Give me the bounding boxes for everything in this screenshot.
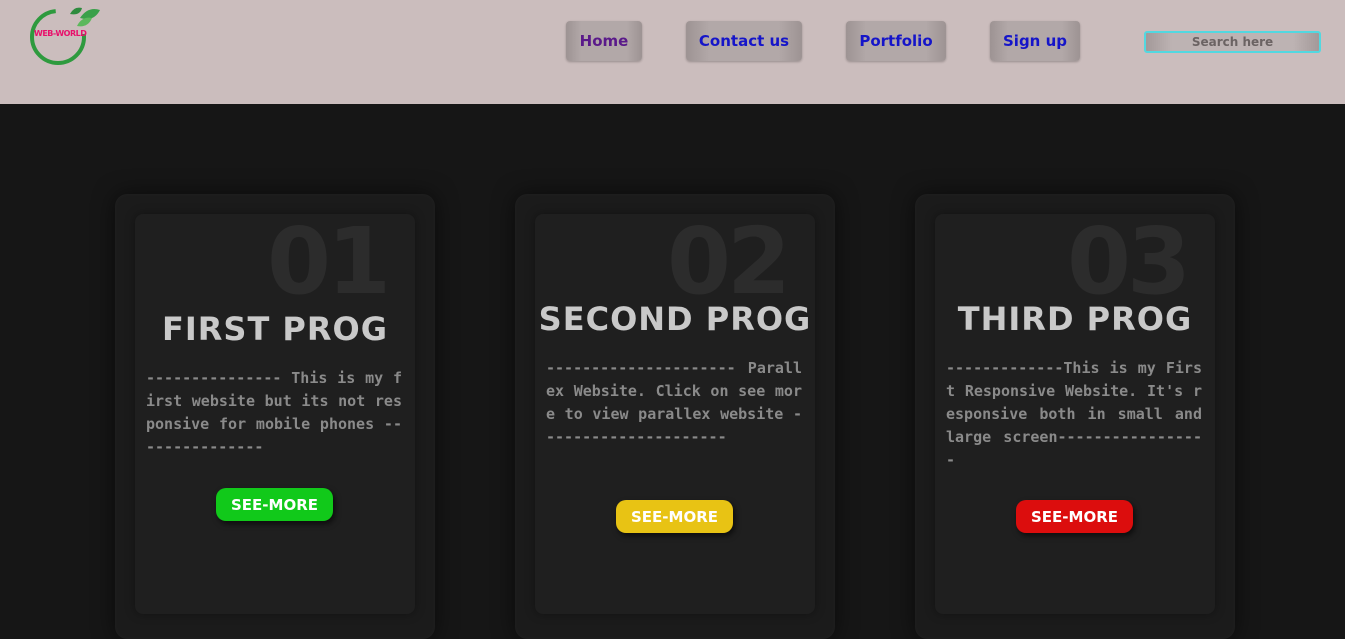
card-content: 02 SECOND PROG --------------------- Par…: [535, 214, 815, 614]
nav-home[interactable]: Home: [566, 21, 642, 61]
card-number: 01: [266, 208, 391, 315]
project-card-3: 03 THIRD PROG -------------This is my Fi…: [915, 194, 1235, 639]
card-title: FIRST PROG: [162, 310, 388, 348]
search-input[interactable]: [1144, 31, 1321, 53]
logo-text: WEB-WORLD: [34, 29, 87, 38]
nav-sign-up[interactable]: Sign up: [990, 21, 1080, 61]
see-more-button[interactable]: SEE-MORE: [616, 500, 733, 533]
card-description: --------------- This is my first website…: [146, 369, 402, 456]
card-title: SECOND PROG: [538, 300, 812, 338]
logo[interactable]: WEB-WORLD: [22, 4, 102, 68]
card-title: THIRD PROG: [957, 300, 1193, 338]
nav-portfolio[interactable]: Portfolio: [846, 21, 946, 61]
site-header: WEB-WORLD Home Contact us Portfolio Sign…: [0, 0, 1345, 104]
see-more-button[interactable]: SEE-MORE: [216, 488, 333, 521]
card-description: -------------This is my First Responsive…: [946, 359, 1202, 469]
project-card-2: 02 SECOND PROG --------------------- Par…: [515, 194, 835, 639]
card-content: 01 FIRST PROG --------------- This is my…: [135, 214, 415, 614]
card-number: 03: [1066, 208, 1191, 315]
see-more-button[interactable]: SEE-MORE: [1016, 500, 1133, 533]
card-content: 03 THIRD PROG -------------This is my Fi…: [935, 214, 1215, 614]
project-card-1: 01 FIRST PROG --------------- This is my…: [115, 194, 435, 639]
nav-contact-us[interactable]: Contact us: [686, 21, 802, 61]
card-number: 02: [666, 208, 791, 315]
card-description: --------------------- Parallex Website. …: [546, 359, 802, 446]
